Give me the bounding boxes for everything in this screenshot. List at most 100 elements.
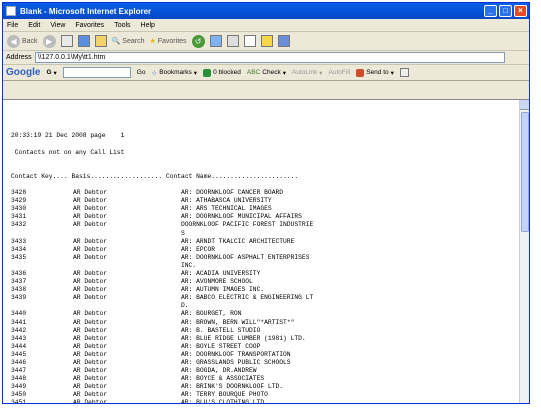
contact-name: AR: BABCO ELECTRIC & ENGINEERING LT [181, 294, 314, 302]
favorites-button[interactable]: ★ Favorites [149, 37, 186, 46]
google-g-menu[interactable]: G ▾ [46, 69, 56, 77]
report-rows: 3428 AR Debtor AR: DOORNKLOOF CANCER BOARD… [11, 189, 313, 403]
back-button[interactable]: ◀ Back [7, 34, 38, 48]
window-title: Blank - Microsoft Internet Explorer [20, 6, 152, 16]
menu-tools[interactable]: Tools [114, 22, 130, 29]
page-content: 20:33:19 21 Dec 2008 page 1 Contacts not… [3, 99, 529, 403]
contact-name: AR: TERRY BOURQUE PHOTO [181, 391, 268, 399]
basis: AR Debtor [73, 205, 108, 213]
table-row: 3445 AR Debtor AR: DOORNKLOOF TRANSPORTATI… [11, 351, 313, 359]
table-row: 3432 AR Debtor DOORNKLOOF PACIFIC FOREST I… [11, 221, 313, 229]
home-icon[interactable] [94, 35, 107, 47]
contact-name: AR: AVONMORE SCHOOL [181, 278, 253, 286]
google-search-input[interactable] [62, 67, 131, 78]
title-bar: Blank - Microsoft Internet Explorer _ □ … [3, 3, 529, 19]
scrollbar-thumb[interactable] [521, 112, 529, 232]
contact-key: 3445 [11, 350, 27, 358]
mail-icon[interactable] [209, 35, 222, 47]
table-row: S [11, 230, 313, 238]
settings-icon[interactable] [399, 68, 409, 77]
table-row: INC. [11, 262, 313, 270]
contact-key [11, 302, 73, 310]
contact-key: 3432 [11, 221, 27, 229]
basis: AR Debtor [73, 253, 108, 261]
bookmarks-button[interactable]: ☆ Bookmarks ▾ [151, 69, 197, 77]
table-row: 3434 AR Debtor AR: EPCOR [11, 246, 313, 254]
table-row: 3438 AR Debtor AR: AUTUMN IMAGES INC. [11, 286, 313, 294]
autolink-button[interactable]: AutoLink ▾ [292, 69, 323, 77]
contact-key: 3451 [11, 399, 27, 403]
menu-help[interactable]: Help [141, 22, 155, 29]
autofill-button[interactable]: AutoFill [329, 69, 351, 76]
contact-name: AR: BOYLE STREET COOP [181, 342, 261, 350]
basis: AR Debtor [73, 269, 108, 277]
minimize-button[interactable]: _ [484, 5, 497, 17]
table-row: D. [11, 302, 313, 310]
contact-key: 3430 [11, 205, 27, 213]
browser-window: Blank - Microsoft Internet Explorer _ □ … [2, 2, 530, 404]
contact-key: 3434 [11, 245, 27, 253]
basis: AR Debtor [73, 245, 108, 253]
basis: AR Debtor [73, 278, 108, 286]
menu-edit[interactable]: Edit [28, 22, 40, 29]
basis: AR Debtor [73, 310, 108, 318]
basis: AR Debtor [73, 383, 108, 391]
menu-view[interactable]: View [50, 22, 65, 29]
basis: AR Debtor [73, 221, 108, 229]
contact-name: AR: BROWN, BERN WILL"*ARTIST*" [181, 318, 295, 326]
menu-favorites[interactable]: Favorites [75, 22, 104, 29]
history-icon[interactable]: ↺ [191, 34, 205, 48]
basis: AR Debtor [73, 213, 108, 221]
basis: AR Debtor [73, 375, 108, 383]
scroll-up-arrow-icon[interactable] [520, 100, 529, 110]
basis: AR Debtor [73, 197, 108, 205]
basis: AR Debtor [73, 318, 108, 326]
basis: AR Debtor [73, 237, 108, 245]
refresh-icon[interactable] [77, 35, 90, 47]
print-icon[interactable] [226, 35, 239, 47]
menu-file[interactable]: File [7, 22, 18, 29]
standard-toolbar: ◀ Back ▶ 🔍 Search ★ Favorites ↺ [3, 32, 529, 51]
contact-name: AR: BRINK'S DOORNKLOOF LTD. [181, 383, 284, 391]
address-input[interactable]: \\127.0.0.1\My\tt1.htm [34, 52, 505, 63]
folder-icon[interactable] [260, 35, 273, 47]
check-button[interactable]: ABC Check ▾ [247, 69, 286, 77]
table-row: 3439 AR Debtor AR: BABCO ELECTRIC & ENGINE… [11, 294, 313, 302]
contact-name: AR: ACADIA UNIVERSITY [181, 269, 261, 277]
report-subtitle: Contacts not on any Call List [14, 148, 125, 156]
popup-blocked-button[interactable]: 0 blocked [203, 68, 241, 77]
forward-button[interactable]: ▶ [42, 34, 56, 48]
google-toolbar: Google G ▾ Go ☆ Bookmarks ▾ 0 blocked ABC Ch… [3, 65, 529, 81]
basis: AR Debtor [73, 359, 108, 366]
send-to-button[interactable]: Send to ▾ [356, 68, 394, 77]
basis [73, 230, 181, 238]
table-row: 3443 AR Debtor AR: BLUE RIDGE LUMBER (1981… [11, 335, 313, 343]
contact-name: DOORNKLOOF PACIFIC FOREST INDUSTRIE [181, 221, 314, 229]
close-button[interactable]: × [514, 5, 527, 17]
star-icon: ★ [149, 38, 156, 45]
contact-name: AR: BOURGET, RON [181, 310, 242, 318]
stop-icon[interactable] [60, 35, 73, 47]
table-row: 3429 AR Debtor AR: ATHABASCA UNIVERSITY [11, 197, 313, 205]
search-icon: 🔍 [111, 38, 121, 45]
messenger-icon[interactable] [277, 35, 290, 47]
contact-name: AR: AUTUMN IMAGES INC. [181, 286, 265, 294]
report-column-headers: Contact Key.... Basis...................… [11, 172, 299, 180]
google-go-button[interactable]: Go [137, 69, 146, 76]
edit-icon[interactable] [243, 35, 256, 47]
contact-name: AR: ARS TECHNICAL IMAGES [181, 205, 272, 213]
vertical-scrollbar[interactable] [519, 100, 529, 403]
search-button[interactable]: 🔍 Search [111, 37, 145, 46]
contact-name: AR: DOORNKLOOF TRANSPORTATION [181, 350, 291, 358]
maximize-button[interactable]: □ [499, 5, 512, 17]
popup-blocker-icon [203, 68, 212, 77]
basis [73, 262, 181, 270]
contact-name: AR: DOORNKLOOF MUNICIPAL AFFAIRS [181, 213, 302, 221]
google-logo[interactable]: Google [6, 67, 40, 78]
contact-key: 3450 [11, 391, 27, 399]
contact-key [11, 230, 73, 238]
send-to-icon [356, 68, 365, 77]
menu-bar: File Edit View Favorites Tools Help [3, 19, 529, 32]
contact-name: INC. [181, 261, 197, 269]
table-row: 3448 AR Debtor AR: BOYCE & ASSOCIATES [11, 375, 313, 383]
